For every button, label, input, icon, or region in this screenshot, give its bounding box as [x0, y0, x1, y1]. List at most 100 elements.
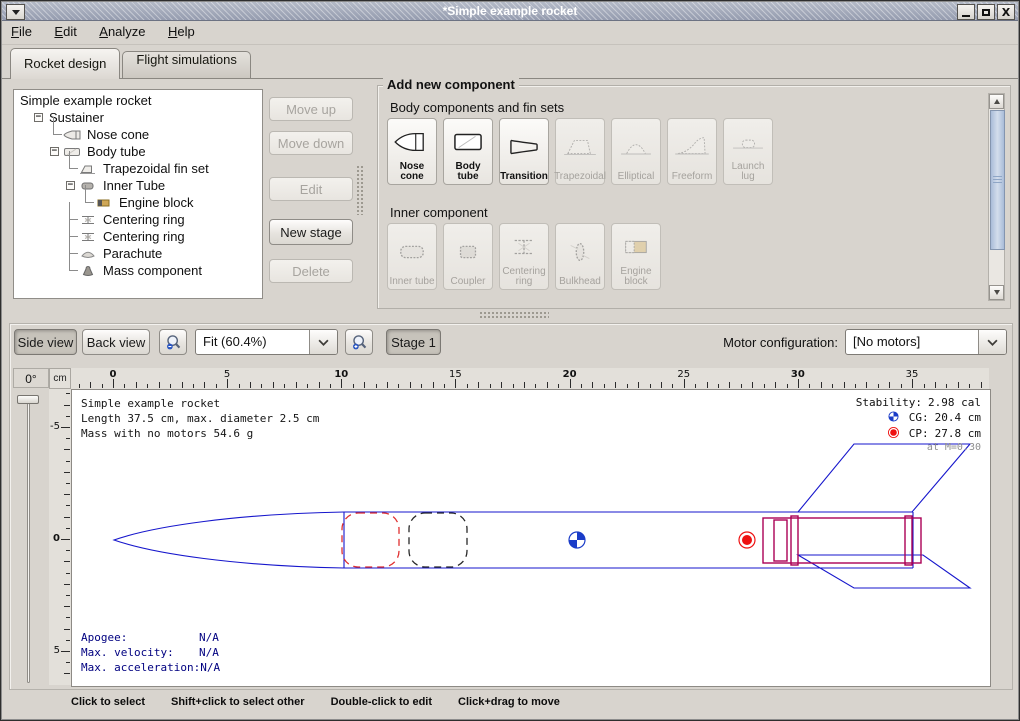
tree-item-label: Body tube [87, 144, 146, 159]
menu-file[interactable]: File [2, 20, 41, 39]
zoom-in-button[interactable] [345, 329, 373, 355]
ruler-label: 20 [563, 369, 577, 380]
tree-item-engine-block[interactable]: Engine block [14, 194, 262, 211]
menu-analyze[interactable]: Analyze [90, 20, 154, 39]
tree-item-nose-cone[interactable]: Nose cone [14, 126, 262, 143]
side-view-button[interactable]: Side view [14, 329, 77, 355]
chevron-down-icon [318, 339, 329, 346]
vertical-splitter-grip[interactable] [356, 165, 364, 215]
window-menu-button[interactable] [6, 4, 25, 20]
move-up-button[interactable]: Move up [269, 97, 353, 121]
maximize-button[interactable] [977, 4, 995, 20]
add-panel-scrollbar[interactable] [988, 93, 1005, 301]
openrocket-window: *Simple example rocket X File Edit Analy… [0, 0, 1020, 721]
centering-ring-button[interactable]: Centering ring [499, 223, 549, 290]
tree-item-centering-ring[interactable]: Centering ring [14, 228, 262, 245]
nose-cone-button[interactable]: Nose cone [387, 118, 437, 185]
tree-item-inner-tube[interactable]: −Inner Tube [14, 177, 262, 194]
close-button[interactable]: X [997, 4, 1015, 20]
motor-config-dropdown-button[interactable] [978, 330, 1006, 354]
add-component-title: Add new component [383, 77, 519, 92]
stability-info: Stability:2.98 cal CG:20.4 cm CP:27.8 cm… [856, 395, 981, 453]
cg-marker [569, 532, 585, 548]
tree-item-centering-ring[interactable]: Centering ring [14, 211, 262, 228]
tree-item-mass-component[interactable]: Mass component [14, 262, 262, 279]
body-tube-button[interactable]: Body tube [443, 118, 493, 185]
tree-connector [66, 211, 79, 228]
ruler-label: -5 [50, 421, 60, 432]
tab-rocket-design[interactable]: Rocket design [10, 48, 120, 79]
minimize-button[interactable] [957, 4, 975, 20]
vertical-ruler: -505 [49, 389, 71, 685]
component-button-label: Engine block [613, 267, 659, 287]
tree-connector [50, 126, 63, 143]
cg-icon [888, 411, 899, 426]
transition-button[interactable]: Transition [499, 118, 549, 185]
scroll-down-button[interactable] [989, 285, 1004, 300]
menu-edit[interactable]: Edit [45, 20, 85, 39]
parachute-icon [79, 248, 97, 260]
component-button-label: Body tube [445, 162, 491, 182]
rocket-outline [114, 444, 970, 588]
tree-item-trapezoidal-fin-set[interactable]: Trapezoidal fin set [14, 160, 262, 177]
ruler-label: 25 [677, 369, 690, 380]
stage-1-toggle[interactable]: Stage 1 [386, 329, 441, 355]
body-components-label: Body components and fin sets [390, 100, 564, 115]
zoom-select-dropdown-button[interactable] [309, 330, 337, 354]
launch-lug-button[interactable]: Launch lug [723, 118, 773, 185]
flight-summary: Apogee:N/A Max. velocity:N/A Max. accele… [81, 630, 220, 675]
centeringring-icon [79, 214, 97, 226]
trapezoidal-button[interactable]: Trapezoidal [555, 118, 605, 185]
collapse-icon[interactable]: − [50, 147, 59, 156]
freeform-button[interactable]: Freeform [667, 118, 717, 185]
collapse-icon[interactable]: − [66, 181, 75, 190]
tree-item-body-tube[interactable]: − Body tube [14, 143, 262, 160]
component-button-label: Centering ring [501, 267, 547, 287]
innertube-icon [391, 227, 433, 277]
rotation-slider-track[interactable] [27, 403, 30, 683]
title-bar[interactable]: *Simple example rocket X [2, 2, 1018, 21]
tree-item-sustainer[interactable]: −Sustainer [14, 109, 262, 126]
delete-button[interactable]: Delete [269, 259, 353, 283]
engine-block-button[interactable]: Engine block [611, 223, 661, 290]
tree-item-label: Trapezoidal fin set [103, 161, 209, 176]
component-button-label: Inner tube [389, 277, 434, 287]
tab-bar: Rocket design Flight simulations [2, 45, 1018, 79]
window-menu-icon [12, 10, 20, 15]
rotation-value: 0° [13, 368, 49, 388]
tab-flight-simulations[interactable]: Flight simulations [122, 51, 250, 78]
component-button-label: Nose cone [389, 162, 435, 182]
bulkhead-button[interactable]: Bulkhead [555, 223, 605, 290]
elliptical-button[interactable]: Elliptical [611, 118, 661, 185]
coupler-icon [447, 227, 489, 277]
tree-item-simple-example-rocket[interactable]: Simple example rocket [14, 92, 262, 109]
motor-config-select[interactable]: [No motors] [845, 329, 1007, 355]
arrow-down-icon [994, 290, 1000, 295]
inner-tube-button[interactable]: Inner tube [387, 223, 437, 290]
elliptical-icon [615, 122, 657, 172]
coupler-button[interactable]: Coupler [443, 223, 493, 290]
tree-connector [66, 160, 79, 177]
rotation-slider-handle[interactable] [17, 395, 39, 404]
cp-icon [888, 427, 899, 442]
component-button-label: Launch lug [725, 162, 771, 182]
rocket-canvas[interactable]: Simple example rocketLength 37.5 cm, max… [71, 389, 991, 687]
scrollbar-thumb[interactable] [990, 110, 1005, 250]
back-view-button[interactable]: Back view [82, 329, 150, 355]
tree-item-label: Centering ring [103, 212, 185, 227]
tree-item-label: Simple example rocket [20, 93, 152, 108]
zoom-select[interactable]: Fit (60.4%) [195, 329, 338, 355]
component-tree[interactable]: Simple example rocket−SustainerNose cone… [13, 89, 263, 299]
zoom-out-button[interactable] [159, 329, 187, 355]
move-down-button[interactable]: Move down [269, 131, 353, 155]
scroll-up-button[interactable] [989, 94, 1004, 109]
tree-connector [66, 262, 79, 279]
tree-item-parachute[interactable]: Parachute [14, 245, 262, 262]
new-stage-button[interactable]: New stage [269, 219, 353, 245]
collapse-icon[interactable]: − [34, 113, 43, 122]
ruler-label: 35 [906, 369, 919, 380]
edit-button[interactable]: Edit [269, 177, 353, 201]
menu-help[interactable]: Help [159, 20, 204, 39]
horizontal-splitter-grip[interactable] [479, 311, 549, 319]
ruler-label: 15 [449, 369, 462, 380]
